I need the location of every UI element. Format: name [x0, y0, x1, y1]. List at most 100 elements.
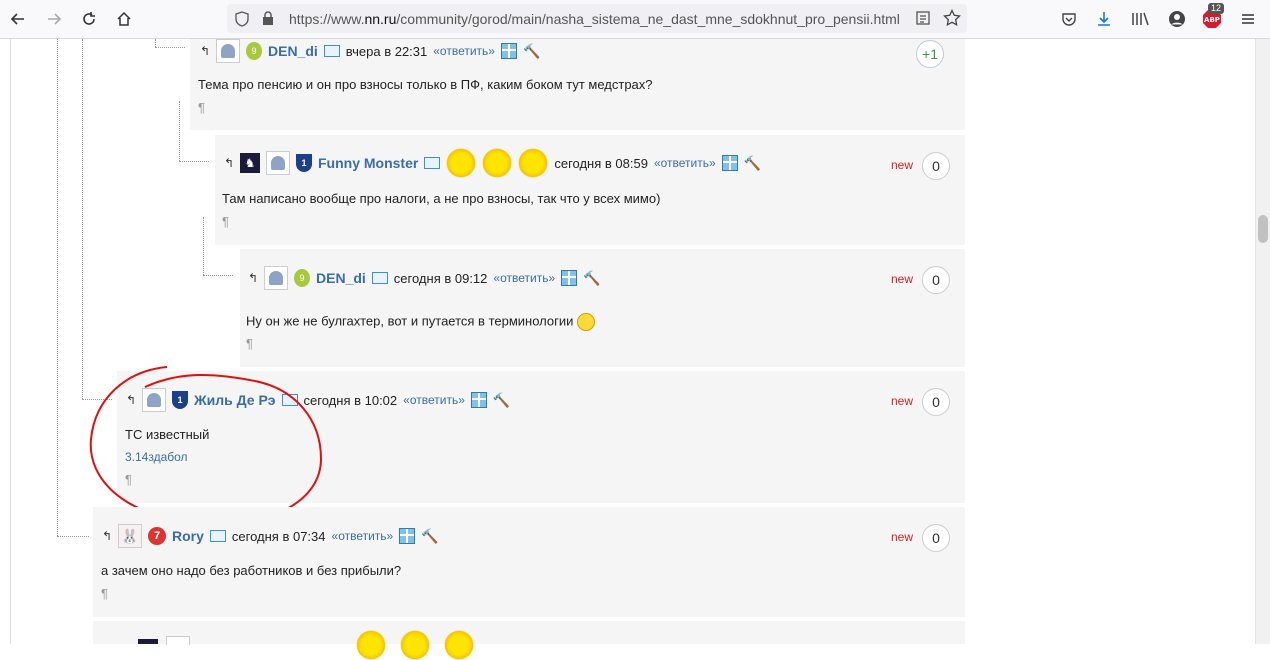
forward-icon[interactable] — [42, 7, 66, 31]
annotation-circle — [89, 366, 323, 525]
rating-counter[interactable]: 0 — [922, 524, 950, 552]
reply-arrow-icon[interactable]: ↰ — [248, 271, 258, 285]
reply-link[interactable]: «ответить» — [654, 156, 716, 170]
mail-icon[interactable] — [424, 157, 441, 169]
comment-header: ↰ 🐰 7 Rory сегодня в 07:34 «ответить» 🔨 — [102, 524, 445, 548]
url-text[interactable]: https://www.nn.ru/community/gorod/main/n… — [289, 11, 900, 27]
reply-link[interactable]: «ответить» — [433, 44, 495, 58]
gift-icon[interactable] — [500, 43, 517, 59]
download-icon[interactable] — [1092, 7, 1116, 31]
thread-line — [57, 536, 89, 537]
avatar[interactable] — [216, 39, 240, 63]
rabbit-avatar-icon[interactable]: 🐰 — [118, 524, 142, 548]
hammer-icon[interactable]: 🔨 — [583, 270, 600, 287]
gift-icon[interactable] — [561, 270, 578, 286]
username[interactable]: Rory — [172, 528, 204, 544]
thread-line — [155, 39, 156, 47]
bookmark-star-icon[interactable] — [943, 8, 961, 30]
hammer-icon[interactable]: 🔨 — [493, 392, 510, 409]
scrollbar[interactable] — [1255, 39, 1270, 644]
username[interactable]: DEN_di — [316, 270, 366, 286]
thread-line — [155, 47, 185, 48]
hammer-icon[interactable]: 🔨 — [523, 43, 540, 60]
mail-icon[interactable] — [371, 272, 388, 284]
rank-badge-icon: 1 — [296, 154, 312, 172]
reply-arrow-icon[interactable]: ↰ — [200, 44, 210, 58]
reader-view-icon[interactable] — [915, 10, 931, 29]
comment — [93, 621, 965, 644]
comment-text: а зачем оно надо без работников и без пр… — [101, 563, 402, 578]
url-bar[interactable]: https://www.nn.ru/community/gorod/main/n… — [227, 4, 967, 33]
account-icon[interactable] — [1165, 7, 1189, 31]
shield-tracking-icon[interactable] — [235, 11, 249, 30]
new-label: new — [891, 394, 914, 408]
gift-icon[interactable] — [399, 528, 416, 544]
reply-arrow-icon[interactable]: ↰ — [102, 529, 112, 543]
scrollbar-thumb[interactable] — [1258, 215, 1268, 243]
user-thumbnail-icon: ♞ — [240, 153, 260, 173]
comment-text-block: Ну он же не булгахтер, вот и путается в … — [246, 313, 596, 331]
permalink-pilcrow[interactable]: ¶ — [101, 586, 108, 601]
thread-line — [179, 161, 209, 162]
new-label: new — [891, 530, 914, 544]
svg-text:ABP: ABP — [1204, 16, 1220, 24]
thread-line — [57, 39, 58, 536]
reply-link[interactable]: «ответить» — [403, 393, 465, 407]
pocket-icon[interactable] — [1057, 7, 1081, 31]
mail-icon[interactable] — [323, 45, 340, 57]
hammer-icon[interactable]: 🔨 — [744, 155, 761, 172]
comment-header: ↰ 9 DEN_di сегодня в 09:12 «ответить» 🔨 — [248, 266, 607, 290]
rating-counter[interactable]: 0 — [922, 388, 950, 416]
hammer-icon[interactable]: 🔨 — [421, 528, 438, 545]
sun-award-icon — [482, 148, 513, 178]
rank-badge-icon: 7 — [148, 527, 166, 545]
comment-text: Ну он же не булгахтер, вот и путается в … — [246, 313, 574, 329]
reply-arrow-icon[interactable]: ↰ — [224, 156, 234, 170]
new-label: new — [891, 158, 914, 172]
sun-award-icon — [446, 148, 477, 178]
addon-badge: 12 — [1208, 3, 1225, 14]
page-border — [10, 39, 11, 644]
lock-icon[interactable] — [261, 10, 275, 29]
comment-header: ↰ 9 DEN_di вчера в 22:31 «ответить» 🔨 — [200, 39, 546, 63]
mail-icon[interactable] — [209, 530, 226, 542]
comment-text: Тема про пенсию и он про взносы только в… — [198, 77, 653, 92]
comment-date: сегодня в 08:59 — [554, 155, 648, 171]
browser-toolbar: https://www.nn.ru/community/gorod/main/n… — [0, 0, 1270, 39]
smiley-icon — [577, 313, 596, 331]
home-icon[interactable] — [112, 7, 136, 31]
thread-line — [203, 217, 204, 275]
rating-counter[interactable]: +1 — [916, 40, 944, 68]
rating-counter[interactable]: 0 — [922, 266, 950, 294]
comment-date: вчера в 22:31 — [345, 43, 428, 59]
sun-award-icon — [400, 630, 430, 660]
rank-badge-icon: 9 — [294, 269, 310, 287]
rating-counter[interactable]: 0 — [922, 152, 950, 180]
reply-link[interactable]: «ответить» — [493, 271, 555, 285]
username[interactable]: DEN_di — [268, 43, 318, 59]
avatar[interactable] — [266, 151, 290, 175]
reply-link[interactable]: «ответить» — [332, 529, 394, 543]
sun-award-icon — [356, 630, 386, 660]
sun-award-icon — [518, 148, 549, 178]
comment-date: сегодня в 09:12 — [393, 270, 488, 286]
reload-icon[interactable] — [77, 7, 101, 31]
avatar[interactable] — [264, 266, 288, 290]
username[interactable]: Funny Monster — [318, 155, 418, 171]
rank-badge-icon: 9 — [246, 42, 262, 60]
sun-award-icon — [444, 630, 474, 660]
gift-icon[interactable] — [470, 392, 487, 408]
permalink-pilcrow[interactable]: ¶ — [222, 214, 229, 229]
menu-icon[interactable] — [1236, 7, 1260, 31]
gift-icon[interactable] — [721, 155, 738, 171]
back-icon[interactable] — [6, 7, 30, 31]
comment-text: Там написано вообще про налоги, а не про… — [222, 191, 661, 206]
permalink-pilcrow[interactable]: ¶ — [246, 336, 253, 351]
thread-line — [179, 101, 180, 161]
comment-date: сегодня в 07:34 — [231, 528, 326, 544]
library-icon[interactable] — [1128, 7, 1152, 31]
new-label: new — [891, 272, 914, 286]
thread-line — [82, 39, 83, 399]
permalink-pilcrow[interactable]: ¶ — [198, 100, 205, 115]
thread-line — [203, 275, 233, 276]
